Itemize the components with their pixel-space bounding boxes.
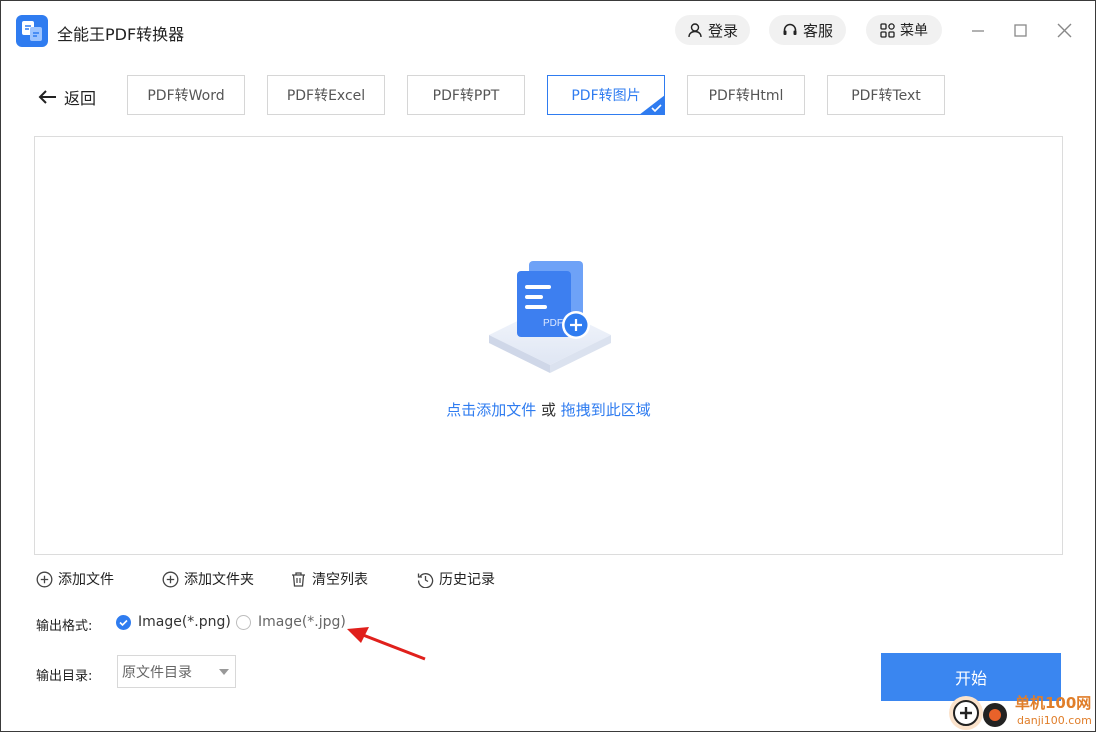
output-dir-select[interactable]: 原文件目录 — [117, 655, 236, 688]
trash-icon — [292, 571, 305, 587]
tab-pdf-to-html[interactable]: PDF转Html — [687, 75, 805, 115]
history-label: 历史记录 — [439, 572, 495, 588]
arrow-left-icon — [38, 90, 56, 104]
back-label: 返回 — [64, 89, 97, 108]
annotation-arrow-icon — [347, 627, 426, 661]
menu-button[interactable]: 菜单 — [866, 15, 942, 45]
app-logo-icon — [16, 15, 48, 47]
add-file-label: 添加文件 — [58, 572, 114, 588]
tab-label: PDF转Excel — [286, 88, 366, 104]
close-icon — [1057, 23, 1072, 38]
tab-pdf-to-ppt[interactable]: PDF转PPT — [407, 75, 525, 115]
plus-circle-icon — [162, 571, 179, 587]
add-folder-label: 添加文件夹 — [184, 572, 254, 588]
chevron-down-icon — [219, 669, 229, 675]
minimize-icon — [972, 30, 984, 32]
maximize-button[interactable] — [1009, 19, 1033, 43]
app-window: 全能王PDF转换器 登录 客服 菜单 返回 PDF转Word PDF转Excel… — [0, 0, 1096, 732]
add-file-link[interactable]: 点击添加文件 — [446, 401, 536, 419]
headset-icon — [783, 23, 797, 35]
output-dir-value: 原文件目录 — [122, 664, 192, 681]
format-jpg-label: Image(*.jpg) — [258, 614, 346, 630]
tab-label: PDF转图片 — [571, 88, 641, 104]
tab-pdf-to-word[interactable]: PDF转Word — [127, 75, 245, 115]
history-button[interactable]: 历史记录 — [417, 569, 495, 589]
add-file-button[interactable]: 添加文件 — [36, 569, 114, 589]
close-button[interactable] — [1053, 19, 1077, 43]
format-jpg-radio[interactable]: Image(*.jpg) — [236, 614, 346, 630]
format-png-radio[interactable]: Image(*.png) — [116, 614, 231, 630]
drag-here-link[interactable]: 拖拽到此区域 — [561, 401, 651, 419]
plus-circle-icon — [36, 571, 53, 587]
clear-list-label: 清空列表 — [312, 572, 368, 588]
output-format-label: 输出格式: — [36, 619, 93, 634]
menu-label: 菜单 — [900, 23, 928, 39]
watermark-title: 单机100网 — [1015, 694, 1092, 712]
login-label: 登录 — [707, 21, 738, 40]
tab-label: PDF转Text — [851, 88, 921, 104]
or-text: 或 — [536, 401, 561, 419]
file-drop-zone[interactable]: PDF 点击添加文件 或 拖拽到此区域 — [34, 136, 1063, 555]
tab-label: PDF转Word — [147, 88, 225, 104]
add-folder-button[interactable]: 添加文件夹 — [162, 569, 254, 589]
watermark-url: danji100.com — [1017, 714, 1092, 727]
tab-label: PDF转Html — [708, 88, 784, 104]
login-button[interactable]: 登录 — [675, 15, 750, 45]
tab-pdf-to-text[interactable]: PDF转Text — [827, 75, 945, 115]
title-bar: 全能王PDF转换器 登录 客服 菜单 — [1, 1, 1095, 59]
output-dir-label: 输出目录: — [36, 669, 93, 684]
customer-service-button[interactable]: 客服 — [769, 15, 846, 45]
radio-unchecked-icon — [236, 614, 251, 630]
pdf-add-file-icon: PDF — [489, 261, 611, 373]
format-png-label: Image(*.png) — [138, 614, 231, 630]
user-icon — [688, 23, 702, 38]
radio-checked-icon — [116, 614, 131, 630]
tab-pdf-to-excel[interactable]: PDF转Excel — [267, 75, 385, 115]
selected-check-icon — [639, 95, 665, 115]
drop-hint: 点击添加文件 或 拖拽到此区域 — [35, 399, 1062, 420]
grid-menu-icon — [880, 22, 895, 38]
service-label: 客服 — [802, 21, 833, 40]
tab-label: PDF转PPT — [432, 88, 500, 104]
back-button[interactable]: 返回 — [38, 86, 96, 108]
maximize-icon — [1014, 24, 1027, 37]
app-title: 全能王PDF转换器 — [57, 25, 185, 44]
clear-list-button[interactable]: 清空列表 — [290, 569, 368, 589]
tab-pdf-to-image[interactable]: PDF转图片 — [547, 75, 665, 115]
minimize-button[interactable] — [967, 19, 991, 43]
pdf-icon-label: PDF — [543, 318, 563, 329]
history-clock-icon — [417, 572, 434, 588]
